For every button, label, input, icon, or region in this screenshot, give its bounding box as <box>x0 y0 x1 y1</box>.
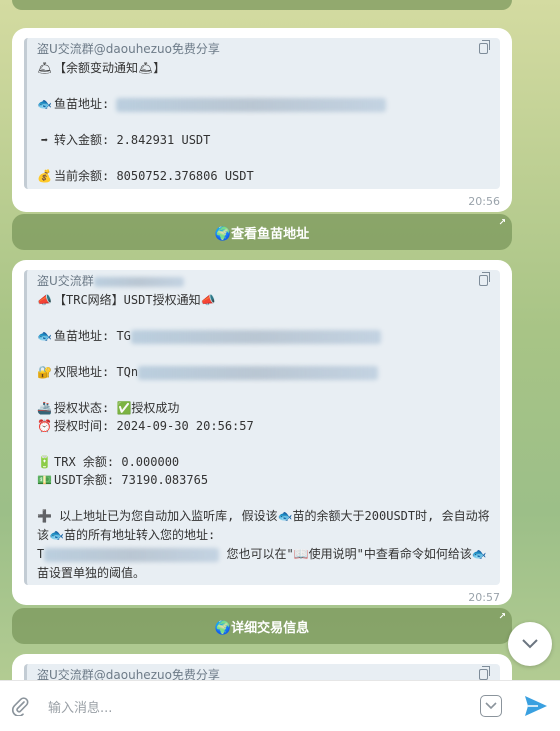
attachment-icon[interactable] <box>10 696 30 716</box>
threshold-text: T 您也可以在"📖使用说明"中查看命令如何给该🐟苗设置单独的阈值。 <box>37 547 487 580</box>
quote-header: 盗U交流群@daouhezuo免费分享 <box>37 38 490 59</box>
copy-icon[interactable] <box>479 272 490 286</box>
external-link-icon: ↗ <box>498 218 506 228</box>
notice-title: 【TRC网络】USDT授权通知📣 <box>54 293 216 307</box>
auto-monitor-text: ➕ 以上地址已为您自动加入监听库, 假设该🐟苗的余额大于200USDT时, 会自… <box>37 509 490 542</box>
message-line: 🐟 鱼苗地址: TG <box>37 327 490 345</box>
transaction-details-button[interactable]: 🌍详细交易信息 ↗ <box>12 608 512 644</box>
external-link-icon: ↗ <box>498 612 506 622</box>
message-line: 🔋 TRX 余额: 0.000000 <box>37 453 490 471</box>
quote-block: 盗U交流群@daouhezuo免费分享 <box>24 664 500 680</box>
scroll-down-button[interactable] <box>508 622 552 666</box>
message-line: 🐟 鱼苗地址: <box>37 95 490 113</box>
previous-button-edge <box>12 0 512 10</box>
message-input[interactable]: 输入消息... <box>48 697 480 716</box>
chat-area[interactable]: 盗U交流群@daouhezuo免费分享 🛎 【余额变动通知🛎】 🐟 鱼苗地址: ➡ 转… <box>0 0 560 680</box>
redacted-address <box>116 97 387 112</box>
redacted-address <box>138 365 379 380</box>
emoji-button[interactable] <box>480 695 502 717</box>
copy-icon[interactable] <box>479 40 490 54</box>
fish-icon: 🐟 <box>37 329 52 343</box>
quote-header: 盗U交流群 <box>37 270 490 291</box>
battery-icon: 🔋 <box>37 455 52 469</box>
quote-header-text: 盗U交流群@daouhezuo免费分享 <box>37 42 220 56</box>
usdt-balance: USDT余额: 73190.083765 <box>54 473 209 487</box>
message-time: 20:56 <box>468 195 500 208</box>
message-time: 20:57 <box>468 591 500 604</box>
quote-block: 盗U交流群@daouhezuo免费分享 🛎 【余额变动通知🛎】 🐟 鱼苗地址: ➡ 转… <box>24 38 500 189</box>
message-line: ➡ 转入金额: 2.842931 USDT <box>37 131 490 149</box>
message-input-bar: 输入消息... <box>0 680 560 731</box>
quote-header: 盗U交流群@daouhezuo免费分享 <box>37 664 490 680</box>
transfer-amount: 转入金额: 2.842931 USDT <box>54 133 211 147</box>
message-line: 🔐 权限地址: TQn <box>37 363 490 381</box>
redacted-address <box>44 547 220 562</box>
fish-address-label: 鱼苗地址: <box>54 97 117 111</box>
message-bubble: 盗U交流群 📣 【TRC网络】USDT授权通知📣 🐟 鱼苗地址: TG 🔐 权限地址:… <box>12 260 512 605</box>
message-line: 📣 【TRC网络】USDT授权通知📣 <box>37 291 490 309</box>
button-label: 🌍详细交易信息 <box>214 620 310 636</box>
quote-block: 盗U交流群 📣 【TRC网络】USDT授权通知📣 🐟 鱼苗地址: TG 🔐 权限地址:… <box>24 270 500 585</box>
message-bubble: 盗U交流群@daouhezuo免费分享 🛎 【余额变动通知🛎】 🐟 鱼苗地址: ➡ 转… <box>12 28 512 212</box>
notice-title: 【余额变动通知🛎】 <box>54 61 166 75</box>
auth-status: 授权状态: ✅授权成功 <box>54 401 180 415</box>
send-icon <box>525 696 547 716</box>
lock-icon: 🔐 <box>37 365 52 379</box>
quote-header-text: 盗U交流群 <box>37 272 184 289</box>
quote-header-text: 盗U交流群@daouhezuo免费分享 <box>37 668 220 680</box>
view-fish-address-button[interactable]: 🌍查看鱼苗地址 ↗ <box>12 214 512 250</box>
button-label: 🌍查看鱼苗地址 <box>214 226 310 242</box>
chevron-down-icon <box>522 639 538 649</box>
message-bubble: 盗U交流群@daouhezuo免费分享 <box>12 654 512 680</box>
send-button[interactable] <box>522 692 550 720</box>
ship-icon: 🚢 <box>37 401 52 415</box>
message-line: 🛎 【余额变动通知🛎】 <box>37 59 490 77</box>
message-line: 💵 USDT余额: 73190.083765 <box>37 471 490 489</box>
trx-balance: TRX 余额: 0.000000 <box>54 455 180 469</box>
megaphone-icon: 📣 <box>37 293 52 307</box>
message-line: ⏰ 授权时间: 2024-09-30 20:56:57 <box>37 417 490 435</box>
permission-address-label: 权限地址: TQn <box>54 365 139 379</box>
redacted-address <box>130 329 381 344</box>
copy-icon[interactable] <box>479 666 490 680</box>
money-bag-icon: 💰 <box>37 169 52 183</box>
alarm-clock-icon: ⏰ <box>37 419 52 433</box>
fish-address-label: 鱼苗地址: TG <box>54 329 131 343</box>
chevron-down-icon <box>485 702 497 710</box>
bell-icon: 🛎 <box>37 61 53 75</box>
message-line: 💰 当前余额: 8050752.376806 USDT <box>37 167 490 185</box>
fish-icon: 🐟 <box>37 97 52 111</box>
message-line: 🚢 授权状态: ✅授权成功 <box>37 399 490 417</box>
arrow-right-icon: ➡ <box>40 133 49 147</box>
current-balance: 当前余额: 8050752.376806 USDT <box>54 169 254 183</box>
auth-time: 授权时间: 2024-09-30 20:56:57 <box>54 419 254 433</box>
dollar-note-icon: 💵 <box>37 473 52 487</box>
